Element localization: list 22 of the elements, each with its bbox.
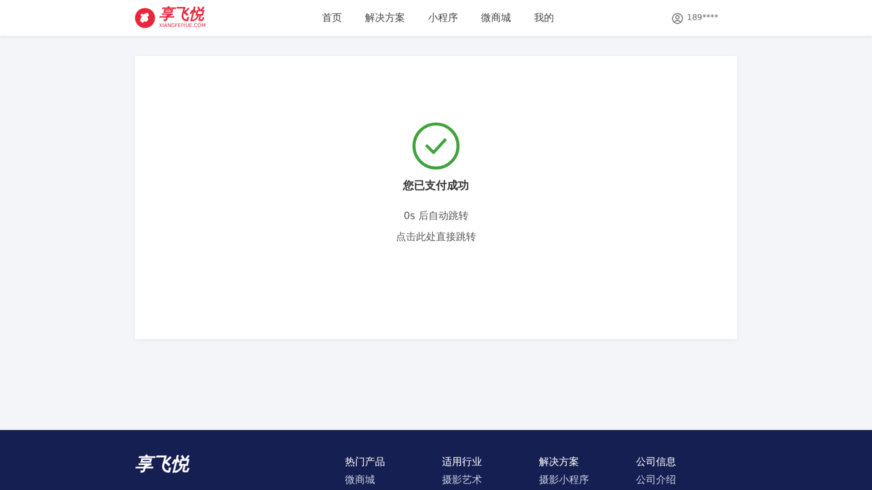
- footer-link[interactable]: 公司介绍: [636, 476, 733, 486]
- countdown-text: 0s 后自动跳转: [404, 210, 468, 224]
- footer-heading: 公司信息: [636, 458, 677, 468]
- logo-text: 享飞悦: [159, 7, 206, 22]
- footer-heading: 热门产品: [345, 458, 386, 468]
- footer-link[interactable]: 微商城: [345, 476, 442, 486]
- footer-link[interactable]: 摄影艺术: [442, 476, 539, 486]
- nav-link[interactable]: 解决方案: [363, 10, 407, 26]
- nav-link[interactable]: 小程序: [426, 10, 460, 26]
- footer-heading: 适用行业: [442, 458, 483, 468]
- nav-link[interactable]: 微商城: [479, 10, 513, 26]
- nav-link[interactable]: 我的: [532, 10, 556, 26]
- redirect-link[interactable]: 点击此处直接跳转: [396, 230, 476, 244]
- user-icon[interactable]: [672, 12, 683, 24]
- success-check-icon: [412, 122, 460, 170]
- nav-link[interactable]: 首页: [320, 10, 344, 26]
- success-title: 您已支付成功: [403, 178, 469, 194]
- footer-logo: 享飞悦: [135, 454, 189, 475]
- logo-icon: [135, 8, 155, 28]
- footer-link[interactable]: 摄影小程序: [539, 476, 636, 486]
- footer-heading: 解决方案: [539, 458, 580, 468]
- user-phone[interactable]: 189****: [687, 12, 718, 24]
